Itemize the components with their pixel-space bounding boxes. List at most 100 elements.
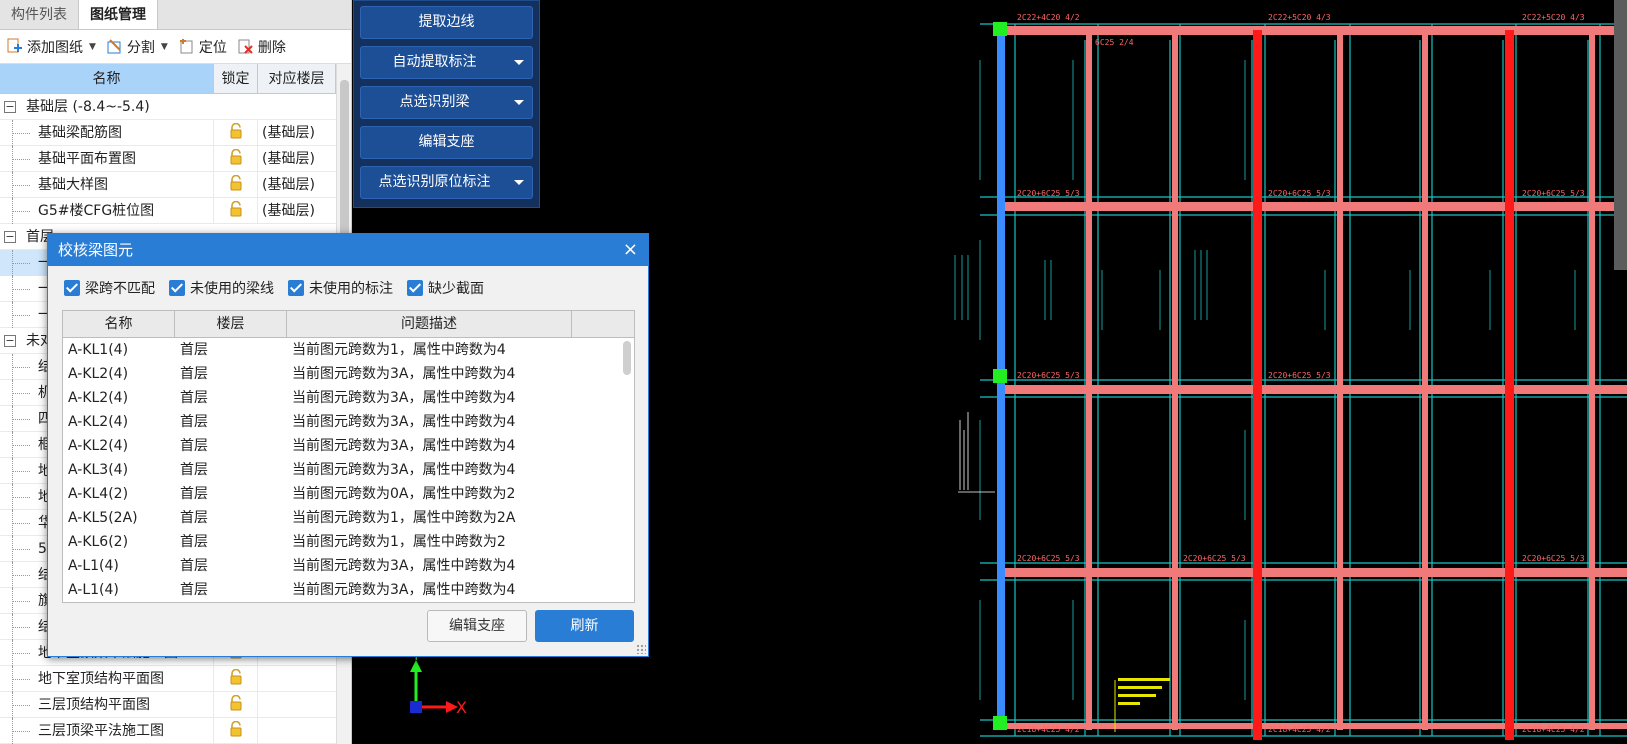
- lock-icon[interactable]: [228, 122, 244, 143]
- lock-icon[interactable]: [228, 200, 244, 221]
- chevron-down-icon[interactable]: ▼: [161, 42, 168, 52]
- column-header-floor[interactable]: 对应楼层: [258, 64, 336, 93]
- lock-icon[interactable]: [228, 694, 244, 715]
- locate-icon: [178, 38, 195, 55]
- command-button-label: 点选识别原位标注: [378, 174, 491, 190]
- refresh-button[interactable]: 刷新: [535, 610, 634, 642]
- command-button-1[interactable]: 自动提取标注: [360, 46, 533, 79]
- cell-name: A-KL2(4): [68, 390, 129, 406]
- lock-icon[interactable]: [228, 174, 244, 195]
- dialog-title-bar[interactable]: 校核梁图元 ×: [48, 234, 648, 266]
- collapse-icon[interactable]: −: [4, 334, 16, 347]
- lock-cell[interactable]: [214, 197, 258, 224]
- right-toolstrip[interactable]: [1614, 0, 1627, 270]
- scrollbar-thumb[interactable]: [623, 341, 631, 375]
- filter-label: 未使用的梁线: [190, 281, 274, 297]
- floor-cell[interactable]: [258, 666, 336, 692]
- cell-floor: 首层: [180, 366, 208, 382]
- beams-horizontal: [1000, 26, 1627, 729]
- floor-cell[interactable]: [258, 718, 336, 744]
- tree-row-name: 基础平面布置图: [0, 145, 214, 172]
- chevron-down-icon[interactable]: ▼: [89, 42, 96, 52]
- checkbox-checked-icon[interactable]: [407, 280, 423, 296]
- column-header-name[interactable]: 名称: [63, 311, 175, 337]
- column-header-floor[interactable]: 楼层: [175, 311, 287, 337]
- floor-cell[interactable]: (基础层): [258, 198, 336, 224]
- table-row[interactable]: A-L1(4) 首层 当前图元跨数为3A，属性中跨数为4: [63, 554, 634, 578]
- lock-cell[interactable]: [214, 145, 258, 172]
- annotation-r2-1: 2C20+6C25 5/3: [1017, 371, 1080, 380]
- table-row[interactable]: A-KL6(2) 首层 当前图元跨数为1，属性中跨数为2: [63, 530, 634, 554]
- filter-checkbox-0[interactable]: 梁跨不匹配: [64, 278, 155, 298]
- filter-checkbox-1[interactable]: 未使用的梁线: [169, 278, 274, 298]
- tree-item-row[interactable]: 基础大样图 (基础层): [0, 171, 336, 198]
- cell-floor: 首层: [180, 582, 208, 598]
- command-button-0[interactable]: 提取边线: [360, 6, 533, 39]
- lock-icon[interactable]: [228, 720, 244, 741]
- lock-cell[interactable]: [214, 717, 258, 744]
- filter-checkbox-3[interactable]: 缺少截面: [407, 278, 484, 298]
- table-row[interactable]: A-KL1(4) 首层 当前图元跨数为1，属性中跨数为4: [63, 338, 634, 362]
- cell-floor: 首层: [180, 486, 208, 502]
- command-button-4[interactable]: 点选识别原位标注: [360, 166, 533, 199]
- tree-item-row[interactable]: 基础梁配筋图 (基础层): [0, 119, 336, 146]
- tree-row-label: 5: [38, 540, 47, 557]
- table-row[interactable]: A-L1(4) 首层 当前图元跨数为3A，属性中跨数为4: [63, 578, 634, 602]
- command-button-3[interactable]: 编辑支座: [360, 126, 533, 159]
- resize-grip-icon[interactable]: [636, 644, 646, 654]
- column-header-description[interactable]: 问题描述: [287, 311, 572, 337]
- cell-name: A-KL4(2): [68, 486, 129, 502]
- lock-icon[interactable]: [228, 148, 244, 169]
- annotation-top-2: 2C22+5C20 4/3: [1268, 13, 1331, 22]
- floor-cell[interactable]: (基础层): [258, 172, 336, 198]
- checkbox-checked-icon[interactable]: [64, 280, 80, 296]
- lock-icon[interactable]: [228, 668, 244, 689]
- chevron-down-icon[interactable]: [514, 60, 524, 65]
- table-row[interactable]: A-KL2(4) 首层 当前图元跨数为3A，属性中跨数为4: [63, 434, 634, 458]
- edit-support-button[interactable]: 编辑支座: [427, 610, 527, 642]
- lock-cell[interactable]: [214, 665, 258, 692]
- table-row[interactable]: A-KL4(2) 首层 当前图元跨数为0A，属性中跨数为2: [63, 482, 634, 506]
- tree-group-row[interactable]: − 基础层 (-8.4~-5.4): [0, 94, 336, 120]
- annotation-bottom-1: 2C18+4C25 4/2: [1017, 725, 1080, 734]
- tree-item-row[interactable]: 基础平面布置图 (基础层): [0, 145, 336, 172]
- dialog-title: 校核梁图元: [58, 241, 134, 259]
- tab-component-list[interactable]: 构件列表: [0, 1, 78, 29]
- collapse-icon[interactable]: −: [4, 230, 16, 243]
- add-drawing-button[interactable]: 添加图纸 ▼: [6, 37, 96, 57]
- table-row[interactable]: A-KL3(4) 首层 当前图元跨数为3A，属性中跨数为4: [63, 458, 634, 482]
- locate-button[interactable]: 定位: [178, 37, 227, 57]
- axis-indicator: Y X: [410, 648, 467, 717]
- column-header-lock[interactable]: 锁定: [214, 64, 258, 93]
- tree-item-row[interactable]: 地下室顶结构平面图: [0, 665, 336, 692]
- split-button[interactable]: 分割 ▼: [106, 37, 168, 57]
- checkbox-checked-icon[interactable]: [288, 280, 304, 296]
- floor-cell[interactable]: [258, 692, 336, 718]
- checkbox-checked-icon[interactable]: [169, 280, 185, 296]
- floor-cell[interactable]: (基础层): [258, 146, 336, 172]
- chevron-down-icon[interactable]: [514, 100, 524, 105]
- split-icon: [106, 38, 123, 55]
- collapse-icon[interactable]: −: [4, 100, 16, 113]
- filter-checkbox-2[interactable]: 未使用的标注: [288, 278, 393, 298]
- table-row[interactable]: A-KL5(2A) 首层 当前图元跨数为1，属性中跨数为2A: [63, 506, 634, 530]
- lock-cell[interactable]: [214, 171, 258, 198]
- lock-cell[interactable]: [214, 691, 258, 718]
- tree-item-row[interactable]: G5#楼CFG桩位图 (基础层): [0, 197, 336, 224]
- table-row[interactable]: A-KL2(4) 首层 当前图元跨数为3A，属性中跨数为4: [63, 410, 634, 434]
- table-row[interactable]: A-KL2(4) 首层 当前图元跨数为3A，属性中跨数为4: [63, 362, 634, 386]
- scrollbar-thumb[interactable]: [340, 80, 349, 250]
- floor-cell[interactable]: (基础层): [258, 120, 336, 146]
- column-header-name[interactable]: 名称: [0, 64, 214, 93]
- tree-item-row[interactable]: 三层顶结构平面图: [0, 691, 336, 718]
- tree-item-row[interactable]: 三层顶梁平法施工图: [0, 717, 336, 744]
- chevron-down-icon[interactable]: [514, 180, 524, 185]
- command-button-2[interactable]: 点选识别梁: [360, 86, 533, 119]
- close-icon[interactable]: ×: [623, 234, 638, 266]
- beams-vertical: [1086, 30, 1595, 740]
- delete-button[interactable]: 删除: [237, 37, 286, 57]
- table-row[interactable]: A-KL2(4) 首层 当前图元跨数为3A，属性中跨数为4: [63, 386, 634, 410]
- issue-table-scrollbar[interactable]: [622, 341, 632, 601]
- tab-drawing-management[interactable]: 图纸管理: [78, 0, 158, 29]
- lock-cell[interactable]: [214, 119, 258, 146]
